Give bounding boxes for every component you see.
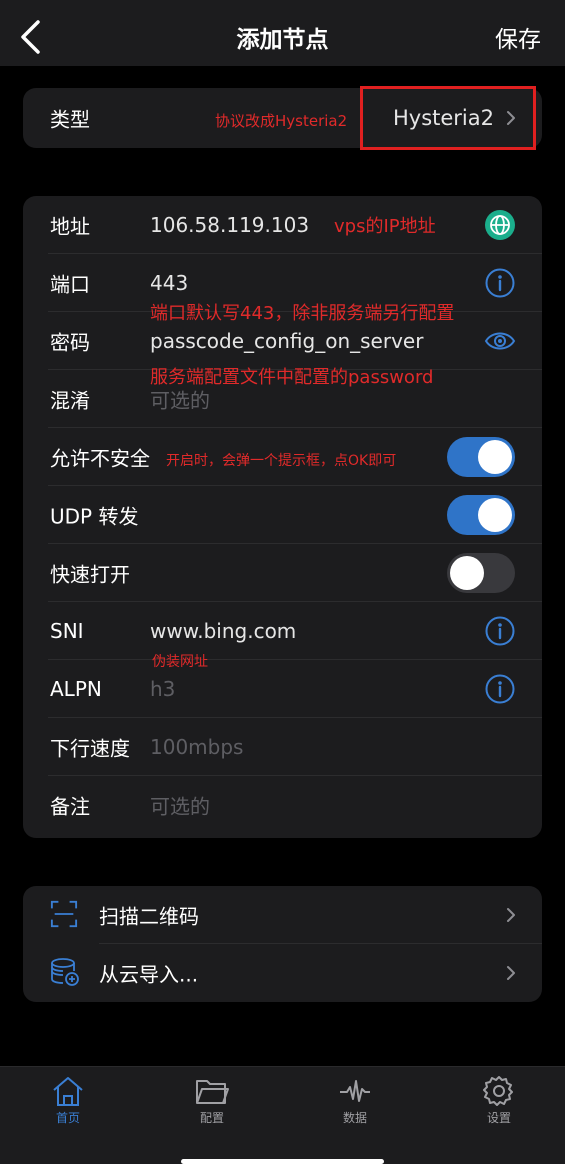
tab-data-label: 数据 (342, 1111, 367, 1125)
address-row[interactable]: 地址 106.58.119.103 (23, 196, 542, 254)
globe-icon[interactable] (484, 209, 516, 241)
insecure-row: 允许不安全 (23, 428, 542, 486)
obfs-field[interactable]: 可选的 (150, 385, 210, 414)
import-card: 扫描二维码 从云导入... (23, 886, 542, 1002)
eye-icon[interactable] (480, 325, 520, 357)
info-icon[interactable] (484, 267, 516, 299)
tab-home-label: 首页 (55, 1111, 80, 1125)
tab-config[interactable]: 配置 (172, 1075, 252, 1135)
address-label: 地址 (50, 214, 90, 239)
back-button[interactable] (14, 18, 50, 56)
page-title: 添加节点 (236, 27, 329, 53)
tab-home[interactable]: 首页 (28, 1075, 108, 1135)
tab-data[interactable]: 数据 (315, 1075, 395, 1135)
tab-settings-label: 设置 (486, 1111, 511, 1125)
down-speed-field[interactable]: 100mbps (150, 735, 243, 759)
remark-field[interactable]: 可选的 (150, 791, 210, 820)
type-row[interactable]: 类型 Hysteria2 (23, 89, 542, 147)
sni-field[interactable]: www.bing.com (150, 619, 296, 643)
cloud-import-row[interactable]: 从云导入... (23, 944, 542, 1002)
down-speed-label: 下行速度 (50, 736, 130, 761)
port-row[interactable]: 端口 443 (23, 254, 542, 312)
chevron-right-icon (507, 111, 515, 125)
insecure-label: 允许不安全 (50, 446, 150, 471)
chevron-left-icon (21, 20, 40, 54)
fast-open-toggle[interactable] (447, 553, 515, 593)
cloud-import-label: 从云导入... (99, 962, 199, 987)
password-label: 密码 (50, 330, 90, 355)
obfs-row[interactable]: 混淆 可选的 (23, 370, 542, 428)
tab-bar: 首页 配置 数据 设置 (0, 1066, 565, 1164)
qr-scan-icon (50, 900, 78, 928)
home-icon (53, 1077, 83, 1106)
alpn-field[interactable]: h3 (150, 677, 175, 701)
password-field[interactable]: passcode_config_on_server (150, 329, 423, 353)
info-icon[interactable] (484, 615, 516, 647)
database-import-icon (51, 958, 79, 986)
down-speed-row[interactable]: 下行速度 100mbps (23, 718, 542, 776)
home-indicator (181, 1159, 384, 1164)
remark-row[interactable]: 备注 可选的 (23, 776, 542, 834)
gear-icon (483, 1076, 513, 1106)
type-card: 类型 Hysteria2 (23, 88, 542, 148)
save-button[interactable]: 保存 (495, 20, 541, 54)
type-label: 类型 (50, 107, 90, 132)
port-field[interactable]: 443 (150, 271, 188, 295)
waveform-icon (340, 1080, 370, 1102)
address-field[interactable]: 106.58.119.103 (150, 213, 309, 237)
obfs-label: 混淆 (50, 388, 90, 413)
navigation-bar: 添加节点 保存 (0, 0, 565, 66)
fast-open-label: 快速打开 (50, 562, 130, 587)
info-icon[interactable] (484, 673, 516, 705)
udp-row: UDP 转发 (23, 486, 542, 544)
folder-icon (196, 1080, 229, 1104)
tab-settings[interactable]: 设置 (459, 1075, 539, 1135)
port-label: 端口 (50, 272, 90, 297)
sni-label: SNI (50, 619, 84, 643)
alpn-row[interactable]: ALPN h3 (23, 660, 542, 718)
password-row[interactable]: 密码 passcode_config_on_server (23, 312, 542, 370)
node-form-card: 地址 106.58.119.103 端口 443 密码 passcode_con… (23, 196, 542, 838)
tab-config-label: 配置 (199, 1111, 224, 1125)
udp-label: UDP 转发 (50, 504, 139, 529)
udp-toggle[interactable] (447, 495, 515, 535)
scan-qr-label: 扫描二维码 (99, 904, 199, 929)
type-value: Hysteria2 (392, 106, 494, 130)
scan-qr-row[interactable]: 扫描二维码 (23, 886, 542, 944)
alpn-label: ALPN (50, 677, 102, 701)
insecure-toggle[interactable] (447, 437, 515, 477)
chevron-right-icon (507, 908, 515, 922)
fast-open-row: 快速打开 (23, 544, 542, 602)
remark-label: 备注 (50, 794, 90, 819)
sni-row[interactable]: SNI www.bing.com (23, 602, 542, 660)
chevron-right-icon (507, 966, 515, 980)
